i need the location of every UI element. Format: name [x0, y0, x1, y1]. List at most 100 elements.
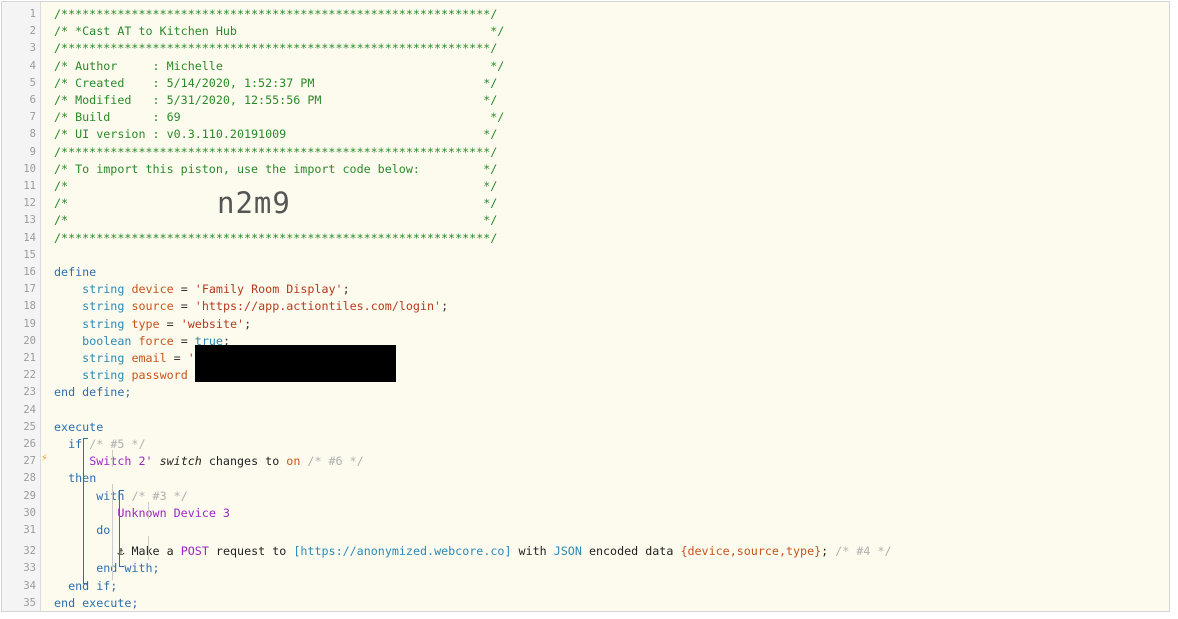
code-line: 26 if /* #5 */ — [2, 436, 1169, 453]
code-line: 7 /* Build : 69 */ — [2, 109, 1169, 126]
var-eq: = — [173, 299, 195, 314]
line-number: 18 — [23, 300, 36, 313]
code-line: 35 end execute; — [2, 595, 1169, 611]
code-text: /***************************************… — [54, 40, 497, 57]
var-type: string — [82, 351, 125, 365]
code-text: /***************************************… — [54, 6, 497, 23]
var-type: string — [82, 299, 125, 314]
var-eq: = — [159, 316, 181, 331]
line-number: 22 — [23, 369, 36, 382]
line-number: 2 — [29, 25, 36, 38]
header-ui-version: /* UI version : v0.3.110.20191009 */ — [54, 127, 498, 142]
line-number: 19 — [23, 317, 36, 330]
line-number: 6 — [29, 94, 36, 106]
if-block-line — [83, 438, 84, 583]
code-line: 29 with /* #3 */ — [2, 488, 1169, 505]
code-line: 31 do — [2, 522, 1169, 539]
code-line: 33 end with; — [2, 560, 1169, 577]
var-value: 'https://app.actiontiles.com/login' — [194, 299, 442, 314]
code-line: 21 string email = ' — [2, 350, 1169, 367]
code-line: 20 boolean force = true; — [2, 333, 1169, 350]
code-line: 4 /* Author : Michelle */ — [2, 58, 1169, 75]
header-author: /* Author : Michelle */ — [54, 58, 505, 73]
code-text: /* Build : 69 */ — [54, 109, 504, 126]
code-text: end with; — [54, 560, 159, 577]
condition-attribute: switch — [159, 454, 202, 469]
action-semicolon: ; — [821, 544, 829, 559]
var-value: 'Family Room Display' — [194, 282, 343, 297]
var-value: 'website' — [180, 316, 245, 331]
code-text: end define; — [54, 384, 131, 401]
line-number: 7 — [29, 111, 36, 124]
code-text: execute — [54, 419, 103, 436]
code-line: 14 /*************************************… — [2, 230, 1169, 247]
code-text: ⚓ Make a POST request to [https://anonym… — [54, 543, 892, 560]
line-number: 12 — [23, 197, 36, 210]
code-line: 32 ⚓ Make a POST request to [https://ano… — [2, 543, 1169, 560]
var-type: string — [82, 316, 125, 331]
header-title: /* *Cast AT to Kitchen Hub */ — [54, 24, 505, 39]
execute-keyword: execute — [54, 419, 104, 434]
var-name: email — [131, 351, 167, 365]
action-comment: /* #4 */ — [835, 544, 892, 559]
code-text: string password — [54, 367, 188, 384]
code-text: /***************************************… — [54, 144, 497, 161]
var-name: password — [131, 368, 188, 383]
code-text: /* *Cast AT to Kitchen Hub */ — [54, 23, 504, 40]
code-line: 12/* */ — [2, 195, 1169, 212]
code-line: 6 /* Modified : 5/31/2020, 12:55:56 PM */ — [2, 92, 1169, 109]
code-text: /* UI version : v0.3.110.20191009 */ — [54, 126, 497, 143]
line-number: 15 — [23, 248, 36, 261]
var-type: string — [82, 282, 125, 297]
line-number: 16 — [23, 266, 36, 278]
line-number: 28 — [23, 472, 36, 485]
code-line: 30 Unknown Device 3 — [2, 505, 1169, 522]
header-border: /***************************************… — [54, 144, 498, 159]
with-comment: /* #3 */ — [131, 488, 188, 503]
line-number: 33 — [23, 562, 36, 575]
action-variables: {device,source,type} — [680, 544, 822, 559]
var-semicolon: ; — [441, 299, 449, 314]
code-line: 22 string password — [2, 367, 1169, 384]
line-number: 14 — [23, 231, 36, 244]
line-number: 32 — [23, 545, 36, 558]
code-line: 9 /**************************************… — [2, 144, 1169, 161]
then-guide — [112, 484, 113, 580]
if-keyword: if — [68, 437, 83, 451]
header-build: /* Build : 69 */ — [54, 110, 505, 125]
code-line: 5 /* Created : 5/14/2020, 1:52:37 PM */ — [2, 75, 1169, 92]
line-number: 29 — [23, 489, 36, 502]
code-text: /* To import this piston, use the import… — [54, 161, 497, 178]
header-import-note: /* To import this piston, use the import… — [54, 161, 498, 176]
code-text: string source = 'https://app.actiontiles… — [54, 298, 448, 315]
action-text: encoded data — [588, 544, 674, 559]
code-text: if /* #5 */ — [54, 436, 146, 453]
line-number: 27 — [23, 455, 36, 468]
var-eq: = — [173, 333, 195, 348]
action-text: Make a — [131, 544, 174, 559]
action-method: POST — [180, 544, 209, 559]
action-format: JSON — [553, 544, 582, 559]
code-text: Switch 2' switch changes to on /* #6 */ — [54, 453, 364, 470]
code-text: define — [54, 264, 96, 281]
code-text: end if; — [54, 578, 117, 595]
end-define: end define; — [54, 385, 132, 400]
code-text: /* Modified : 5/31/2020, 12:55:56 PM */ — [54, 92, 497, 109]
code-text: Unknown Device 3 — [54, 505, 230, 522]
action-url: [https://anonymized.webcore.co] — [293, 544, 512, 559]
header-modified: /* Modified : 5/31/2020, 12:55:56 PM */ — [54, 93, 498, 107]
redacted-credentials — [195, 345, 396, 382]
code-line: 25 execute — [2, 419, 1169, 436]
condition-operator: changes to — [208, 454, 280, 469]
with-block-line — [119, 490, 120, 566]
var-name: force — [138, 333, 174, 348]
line-number: 25 — [23, 420, 36, 433]
header-border-bottom: /***************************************… — [54, 230, 498, 245]
code-text: string email = ' — [54, 350, 195, 367]
line-number: 4 — [29, 59, 36, 72]
if-comment: /* #5 */ — [89, 437, 146, 451]
var-name: source — [131, 299, 174, 314]
code-line: 15 — [2, 247, 1169, 264]
condition-value: on — [286, 454, 301, 469]
code-line: 28 then — [2, 470, 1169, 487]
